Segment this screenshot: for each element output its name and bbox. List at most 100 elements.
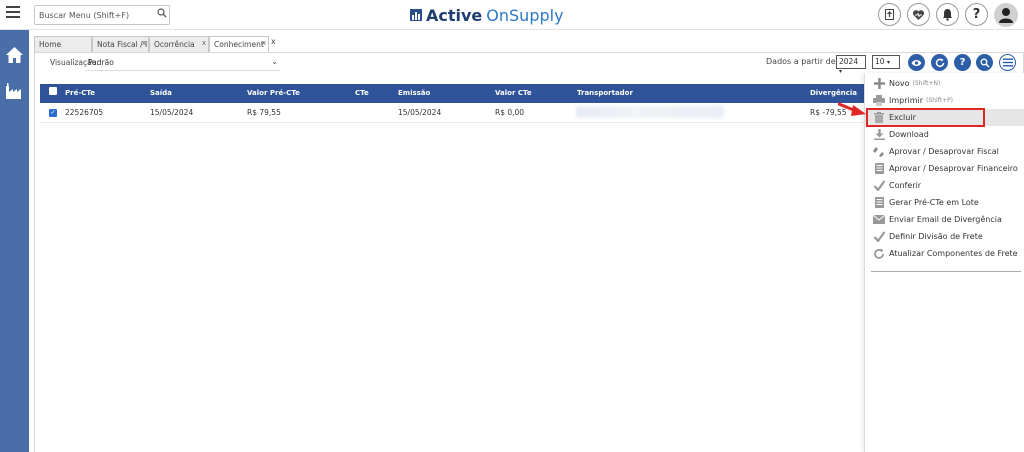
more-options-button[interactable] (999, 54, 1016, 71)
close-icon[interactable]: x (262, 39, 266, 47)
column-header[interactable]: Valor CTe (495, 89, 532, 97)
chevron-down-icon: ⌄ (271, 57, 278, 66)
tab-label: Home (39, 40, 62, 49)
page-size-select[interactable]: 10 ▾ (872, 55, 900, 69)
search-input[interactable]: Buscar Menu (Shift+F) (34, 5, 170, 25)
column-header[interactable]: Divergência (810, 89, 857, 97)
menu-item-label: Enviar Email de Divergência (889, 215, 1002, 224)
column-header[interactable]: Emissão (398, 89, 430, 97)
dados-a-partir-label: Dados a partir de: (766, 57, 839, 66)
menu-item-shortcut: (Shift+P) (926, 97, 954, 104)
menu-item-novo[interactable]: Novo (Shift+N) (865, 75, 1024, 92)
cell-valor-cte: R$ 0,00 (495, 108, 525, 117)
cell-pre-cte: 22526705 (65, 108, 104, 117)
menu-item-label: Aprovar / Desaprovar Fiscal (889, 147, 999, 156)
question-icon: ? (959, 57, 966, 68)
envelope-icon (873, 214, 885, 226)
document-icon (873, 163, 885, 175)
year-select[interactable]: 2024 ▾ (836, 55, 866, 75)
menu-item-conferir[interactable]: Conferir (865, 177, 1024, 194)
menu-item-shortcut: (Shift+N) (912, 80, 941, 87)
menu-item-label: Gerar Pré-CTe em Lote (889, 198, 979, 207)
column-header[interactable]: Pré-CTe (65, 89, 95, 97)
column-header[interactable]: CTe (355, 89, 369, 97)
column-header[interactable]: Saída (150, 89, 172, 97)
tab-conhecimento[interactable]: Conheciment x (209, 36, 269, 53)
close-icon[interactable]: x (142, 39, 146, 47)
menu-item-enviar-email[interactable]: Enviar Email de Divergência (865, 211, 1024, 228)
table-row[interactable]: ✓ 22526705 15/05/2024 R$ 79,55 15/05/202… (40, 103, 864, 123)
search-icon (980, 58, 990, 68)
menu-item-definir-divisao[interactable]: Definir Divisão de Frete (865, 228, 1024, 245)
search-icon[interactable] (157, 8, 167, 18)
upload-icon[interactable] (878, 3, 901, 26)
printer-icon (873, 95, 885, 107)
factory-icon[interactable] (5, 82, 24, 100)
cell-valor-pre-cte: R$ 79,55 (247, 108, 281, 117)
pointer-arrow-icon (838, 102, 866, 116)
menu-item-atualizar-componentes[interactable]: Atualizar Componentes de Frete (865, 245, 1024, 262)
help-icon[interactable]: ? (965, 3, 988, 26)
home-icon[interactable] (5, 46, 24, 64)
menu-item-download[interactable]: Download (865, 126, 1024, 143)
cell-transportador-redacted (576, 106, 724, 118)
refresh-button[interactable] (931, 54, 948, 71)
select-all-checkbox[interactable] (49, 87, 57, 95)
refresh-icon (873, 248, 885, 260)
user-avatar-icon[interactable] (994, 3, 1018, 27)
close-all-tabs-icon[interactable]: x (271, 37, 276, 46)
highlight-box (866, 108, 985, 127)
view-eye-button[interactable] (908, 54, 925, 71)
brand-name-light: OnSupply (486, 5, 564, 25)
check-icon (873, 231, 885, 243)
menu-item-label: Definir Divisão de Frete (889, 232, 983, 241)
menu-item-imprimir[interactable]: Imprimir (Shift+P) (865, 92, 1024, 109)
menu-item-label: Atualizar Componentes de Frete (889, 249, 1018, 258)
tab-label: Ocorrência (154, 40, 195, 49)
plus-icon (873, 78, 885, 90)
menu-item-label: Novo (889, 79, 910, 88)
hamburger-menu-icon[interactable] (6, 6, 20, 20)
column-header[interactable]: Valor Pré-CTe (247, 89, 300, 97)
check-icon (873, 180, 885, 192)
actions-menu: Novo (Shift+N) Imprimir (Shift+P) Exclui… (864, 73, 1024, 452)
tab-bar: Home Nota Fiscal / Ix Ocorrência x Conhec… (34, 36, 269, 53)
search-button[interactable] (976, 54, 993, 71)
menu-item-aprovar-financeiro[interactable]: Aprovar / Desaprovar Financeiro (865, 160, 1024, 177)
top-bar: Buscar Menu (Shift+F) Active OnSupply ? (0, 0, 1024, 30)
eye-icon (911, 59, 922, 66)
heart-icon[interactable] (907, 3, 930, 26)
download-icon (873, 129, 885, 141)
page-size-value: 10 (875, 57, 885, 66)
brand-logo: Active OnSupply (410, 4, 564, 26)
brand-name-bold: Active (426, 5, 483, 25)
year-value: 2024 (839, 57, 859, 66)
menu-divider (871, 271, 1021, 272)
tab-label: Conheciment (214, 40, 264, 49)
thumbs-icon (873, 146, 885, 158)
refresh-icon (935, 58, 944, 67)
help-button[interactable]: ? (954, 54, 971, 71)
bar-chart-logo-icon (410, 9, 422, 21)
visualizacao-value: Padrão (88, 58, 114, 67)
row-checkbox[interactable]: ✓ (49, 109, 57, 117)
sidebar (0, 30, 29, 452)
visualizacao-select[interactable]: Padrão ⌄ (85, 55, 280, 71)
tab-home[interactable]: Home (34, 36, 92, 52)
close-icon[interactable]: x (202, 39, 206, 47)
menu-item-aprovar-fiscal[interactable]: Aprovar / Desaprovar Fiscal (865, 143, 1024, 160)
cell-saida: 15/05/2024 (150, 108, 194, 117)
menu-item-gerar-pre-cte[interactable]: Gerar Pré-CTe em Lote (865, 194, 1024, 211)
menu-item-label: Download (889, 130, 929, 139)
menu-item-label: Imprimir (889, 96, 924, 105)
document-icon (873, 197, 885, 209)
tab-nota-fiscal[interactable]: Nota Fiscal / Ix (92, 36, 149, 52)
tab-label: Nota Fiscal / I (97, 40, 148, 49)
column-header[interactable]: Transportador (577, 89, 633, 97)
tab-ocorrencia[interactable]: Ocorrência x (149, 36, 209, 52)
bell-icon[interactable] (936, 3, 959, 26)
list-menu-icon (1002, 58, 1013, 67)
cell-emissao: 15/05/2024 (398, 108, 442, 117)
grid-header: Pré-CTe Saída Valor Pré-CTe CTe Emissão … (40, 84, 864, 103)
menu-item-label: Conferir (889, 181, 922, 190)
